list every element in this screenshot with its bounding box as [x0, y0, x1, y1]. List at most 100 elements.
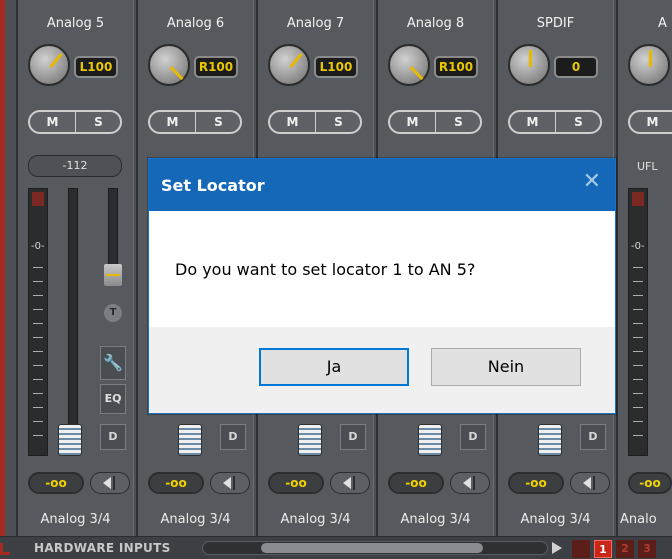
- gain-value[interactable]: -oo: [28, 472, 84, 494]
- mute-solo-group: M: [628, 110, 672, 134]
- yes-button[interactable]: Ja: [259, 348, 409, 386]
- no-button[interactable]: Nein: [431, 348, 581, 386]
- d-button[interactable]: D: [340, 424, 366, 450]
- speaker-icon: [223, 477, 231, 489]
- mute-solo-group: M S: [28, 110, 122, 134]
- mute-button[interactable]: M: [630, 112, 672, 132]
- mute-solo-group: M S: [388, 110, 482, 134]
- mute-button[interactable]: M: [150, 112, 196, 132]
- output-label[interactable]: Analog 3/4: [258, 512, 373, 527]
- d-button[interactable]: D: [220, 424, 246, 450]
- horizontal-scrollbar[interactable]: [202, 541, 548, 555]
- channel-name[interactable]: Analog 8: [378, 16, 493, 31]
- mute-solo-group: M S: [268, 110, 362, 134]
- dialog-title: Set Locator: [161, 176, 265, 195]
- pan-value: R100: [434, 56, 478, 78]
- solo-button[interactable]: S: [436, 112, 481, 132]
- route-button[interactable]: [450, 472, 490, 494]
- wrench-icon[interactable]: 🔧: [100, 346, 126, 380]
- trim-button[interactable]: T: [104, 304, 122, 322]
- pan-knob[interactable]: [28, 44, 70, 86]
- section-label: HARDWARE INPUTS: [34, 541, 171, 555]
- clip-indicator: [632, 192, 644, 206]
- output-label[interactable]: Analog 3/4: [18, 512, 133, 527]
- speaker-icon: [583, 477, 591, 489]
- channel-strip-partial: A M -0- -oo Analo: [616, 0, 672, 536]
- pan-knob[interactable]: [268, 44, 310, 86]
- solo-button[interactable]: S: [556, 112, 601, 132]
- dialog-message: Do you want to set locator 1 to AN 5?: [175, 260, 476, 279]
- meter-zero-label: -0-: [31, 241, 45, 252]
- fader-cap[interactable]: [418, 424, 442, 456]
- set-locator-dialog: Set Locator ✕ Do you want to set locator…: [148, 158, 616, 414]
- section-marker: [0, 543, 10, 555]
- channel-name[interactable]: SPDIF: [498, 16, 613, 31]
- peak-level: -112: [28, 155, 122, 177]
- output-label[interactable]: Analog 3/4: [138, 512, 253, 527]
- pan-value: 0: [554, 56, 598, 78]
- peak-level: UFL: [637, 160, 658, 173]
- speaker-icon: [103, 477, 111, 489]
- dialog-footer: Ja Nein: [149, 327, 615, 413]
- close-icon[interactable]: ✕: [583, 171, 601, 193]
- fader-cap[interactable]: [298, 424, 322, 456]
- eq-button[interactable]: EQ: [100, 384, 126, 414]
- meter-ticks: [633, 267, 643, 447]
- page-button-1[interactable]: 1: [594, 540, 612, 558]
- pan-knob[interactable]: [148, 44, 190, 86]
- scroll-thumb[interactable]: [261, 543, 483, 553]
- mute-button[interactable]: M: [390, 112, 436, 132]
- solo-button[interactable]: S: [196, 112, 241, 132]
- clip-indicator: [32, 192, 44, 206]
- mute-button[interactable]: M: [270, 112, 316, 132]
- pan-value: L100: [74, 56, 118, 78]
- mute-button[interactable]: M: [30, 112, 76, 132]
- fader-track[interactable]: [68, 188, 78, 450]
- mute-solo-group: M S: [508, 110, 602, 134]
- route-button[interactable]: [570, 472, 610, 494]
- output-label[interactable]: Analog 3/4: [378, 512, 493, 527]
- d-button[interactable]: D: [580, 424, 606, 450]
- pan-value: L100: [314, 56, 358, 78]
- route-button[interactable]: [330, 472, 370, 494]
- channel-strip-analog-5: Analog 5 L100 M S -112 -0- T 🔧 EQ D -oo …: [16, 0, 134, 536]
- route-button[interactable]: [90, 472, 130, 494]
- speaker-icon: [343, 477, 351, 489]
- channel-name[interactable]: A: [658, 16, 672, 31]
- fader-cap[interactable]: [538, 424, 562, 456]
- scroll-right-arrow-icon[interactable]: [552, 542, 562, 554]
- channel-name[interactable]: Analog 5: [18, 16, 133, 31]
- fader-cap[interactable]: [178, 424, 202, 456]
- gain-value[interactable]: -oo: [508, 472, 564, 494]
- page-button-2[interactable]: 2: [616, 540, 634, 558]
- output-label[interactable]: Analo: [620, 512, 672, 527]
- level-meter: -0-: [28, 188, 48, 456]
- d-button[interactable]: D: [460, 424, 486, 450]
- pan-knob[interactable]: [508, 44, 550, 86]
- output-label[interactable]: Analog 3/4: [498, 512, 613, 527]
- gain-value[interactable]: -oo: [628, 472, 672, 494]
- hardware-inputs-bar: HARDWARE INPUTS 1 2 3: [0, 536, 672, 559]
- solo-button[interactable]: S: [76, 112, 121, 132]
- speaker-icon: [463, 477, 471, 489]
- page-button-0[interactable]: [572, 540, 590, 558]
- mute-button[interactable]: M: [510, 112, 556, 132]
- gain-value[interactable]: -oo: [388, 472, 444, 494]
- page-button-3[interactable]: 3: [638, 540, 656, 558]
- fader-cap[interactable]: [58, 424, 82, 456]
- pan-knob[interactable]: [388, 44, 430, 86]
- route-button[interactable]: [210, 472, 250, 494]
- channel-name[interactable]: Analog 6: [138, 16, 253, 31]
- level-meter: -0-: [628, 188, 648, 456]
- gain-value[interactable]: -oo: [148, 472, 204, 494]
- solo-button[interactable]: S: [316, 112, 361, 132]
- gain-value[interactable]: -oo: [268, 472, 324, 494]
- d-button[interactable]: D: [100, 424, 126, 450]
- pan-value: R100: [194, 56, 238, 78]
- pan-knob[interactable]: [628, 44, 670, 86]
- dialog-titlebar: Set Locator ✕: [149, 159, 615, 211]
- mute-solo-group: M S: [148, 110, 242, 134]
- meter-zero-label: -0-: [631, 241, 645, 252]
- trim-fader-cap[interactable]: [104, 264, 122, 286]
- channel-name[interactable]: Analog 7: [258, 16, 373, 31]
